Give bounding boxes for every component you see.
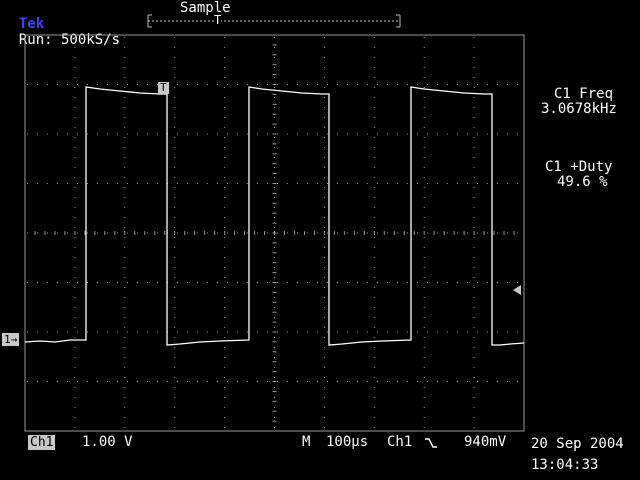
timebase-value: 100µs: [326, 434, 369, 450]
center-axis-ticks: [24, 34, 515, 432]
left-arrow-icon: [513, 285, 521, 295]
measurement-freq-value: 3.0678kHz: [541, 101, 617, 117]
measurement-freq-label: C1 Freq: [554, 86, 614, 102]
graticule: [24, 34, 525, 432]
measurement-duty-label: C1 +Duty: [545, 159, 613, 175]
volts-per-div: 1.00 V: [82, 434, 133, 450]
channel1-trace: [24, 86, 525, 346]
trigger-source: Ch1: [387, 434, 413, 450]
timebase-label: M: [302, 434, 311, 450]
channel1-ground-marker[interactable]: 1→: [2, 333, 20, 346]
time: 13:04:33: [531, 457, 599, 473]
channel-indicator[interactable]: Ch1: [28, 435, 56, 450]
trigger-point-marker: T: [158, 81, 169, 94]
measurement-duty-value: 49.6 %: [557, 174, 608, 190]
falling-edge-icon: [425, 438, 437, 448]
date: 20 Sep 2004: [531, 436, 624, 452]
trigger-level: 940mV: [464, 434, 507, 450]
